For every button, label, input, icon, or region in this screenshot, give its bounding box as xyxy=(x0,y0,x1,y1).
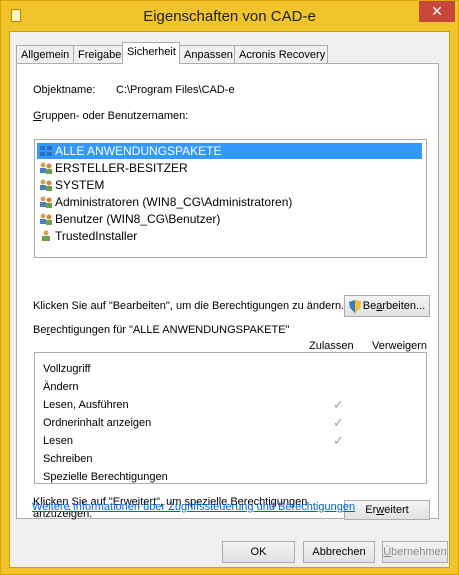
permission-row: Spezielle Berechtigungen xyxy=(43,469,423,485)
permissions-label: Berechtigungen für "ALLE ANWENDUNGSPAKET… xyxy=(33,324,289,336)
security-tab-panel: Objektname: C:\Program Files\CAD-e Grupp… xyxy=(16,63,439,520)
list-item-label: ERSTELLER-BESITZER xyxy=(55,161,188,175)
advanced-button[interactable]: Erweitert xyxy=(344,500,430,520)
permission-row: Lesen ✓ xyxy=(43,433,423,449)
user-icon xyxy=(42,230,50,241)
list-item-label: Benutzer (WIN8_CG\Benutzer) xyxy=(55,212,221,226)
window-title: Eigenschaften von CAD-e xyxy=(143,8,316,25)
edit-button-post: rbeiten... xyxy=(382,300,426,312)
tab-sicherheit[interactable]: Sicherheit xyxy=(122,42,180,64)
advanced-button-pre: Er xyxy=(365,504,377,516)
allow-checkmark-icon: ✓ xyxy=(333,433,344,448)
allow-checkmark-icon: ✓ xyxy=(333,397,344,412)
permission-label: Lesen xyxy=(43,435,73,447)
list-item-system[interactable]: SYSTEM xyxy=(37,177,422,193)
groups-listbox[interactable]: ALLE ANWENDUNGSPAKETE ERSTELLER-BESITZER… xyxy=(34,139,427,258)
permission-row: Ordnerinhalt anzeigen ✓ xyxy=(43,415,423,431)
ok-button[interactable]: OK xyxy=(222,541,295,563)
permission-label: Vollzugriff xyxy=(43,363,91,375)
apply-button[interactable]: Übernehmen xyxy=(382,541,448,563)
more-info-link[interactable]: Weitere Informationen über Zugriffssteue… xyxy=(32,501,355,513)
groups-label: Gruppen- oder Benutzernamen: xyxy=(33,110,188,122)
edit-button[interactable]: Bearbeiten... xyxy=(344,295,430,317)
tab-freigabe[interactable]: Freigabe xyxy=(73,45,123,63)
column-deny-header: Verweigern xyxy=(372,340,428,352)
allow-checkmark-icon: ✓ xyxy=(333,415,344,430)
cancel-button[interactable]: Abbrechen xyxy=(303,541,375,563)
properties-window: Eigenschaften von CAD-e ✕ Allgemein Frei… xyxy=(0,0,459,575)
list-item-label: Administratoren (WIN8_CG\Administratoren… xyxy=(55,195,293,209)
permission-label: Schreiben xyxy=(43,453,93,465)
groups-label-rest: ruppen- oder Benutzernamen: xyxy=(41,110,189,122)
users-group-icon xyxy=(40,179,52,191)
apply-button-post: bernehmen xyxy=(391,546,447,558)
permission-row: Schreiben xyxy=(43,451,423,467)
list-item-trustedinstaller[interactable]: TrustedInstaller xyxy=(37,228,422,244)
column-allow-header: Zulassen xyxy=(309,340,354,352)
permission-label: Ändern xyxy=(43,381,79,393)
permissions-list[interactable]: Vollzugriff Ändern Lesen, Ausführen ✓ Or… xyxy=(34,352,427,484)
permission-label: Ordnerinhalt anzeigen xyxy=(43,417,152,429)
uac-shield-icon xyxy=(348,299,361,313)
permission-label: Spezielle Berechtigungen xyxy=(43,471,168,483)
advanced-button-post: eitert xyxy=(384,504,409,516)
permission-row: Ändern xyxy=(43,379,423,395)
object-name-value: C:\Program Files\CAD-e xyxy=(116,84,235,96)
list-item-label: TrustedInstaller xyxy=(55,229,138,243)
object-name-label: Objektname: xyxy=(33,84,96,96)
list-item-label: ALLE ANWENDUNGSPAKETE xyxy=(55,144,222,158)
permissions-label-post: echtigungen für "ALLE ANWENDUNGSPAKETE" xyxy=(50,324,290,336)
permission-row: Lesen, Ausführen ✓ xyxy=(43,397,423,413)
groups-label-accesskey: G xyxy=(33,110,42,122)
tab-allgemein[interactable]: Allgemein xyxy=(16,45,74,63)
users-group-icon xyxy=(40,213,52,225)
users-group-icon xyxy=(40,162,52,174)
permission-label: Lesen, Ausführen xyxy=(43,399,129,411)
list-item-ersteller-besitzer[interactable]: ERSTELLER-BESITZER xyxy=(37,160,422,176)
permissions-label-pre: Be xyxy=(33,324,47,336)
list-item-administratoren[interactable]: Administratoren (WIN8_CG\Administratoren… xyxy=(37,194,422,210)
edit-button-pre: Be xyxy=(362,300,377,312)
list-item-benutzer[interactable]: Benutzer (WIN8_CG\Benutzer) xyxy=(37,211,422,227)
tab-acronis-recovery[interactable]: Acronis Recovery xyxy=(234,45,328,63)
dialog-client-area: Allgemein Freigabe Sicherheit Anpassen A… xyxy=(9,31,450,568)
list-item-label: SYSTEM xyxy=(55,178,105,192)
permission-row: Vollzugriff xyxy=(43,361,423,377)
title-bar[interactable]: Eigenschaften von CAD-e ✕ xyxy=(1,1,458,31)
apply-button-accesskey: Ü xyxy=(383,546,392,558)
edit-hint: Klicken Sie auf "Bearbeiten", um die Ber… xyxy=(33,300,345,312)
tab-anpassen[interactable]: Anpassen xyxy=(179,45,235,63)
app-package-icon xyxy=(40,146,52,156)
list-item-alle-anwendungspakete[interactable]: ALLE ANWENDUNGSPAKETE xyxy=(37,143,422,159)
close-button[interactable]: ✕ xyxy=(419,1,455,22)
users-group-icon xyxy=(40,196,52,208)
